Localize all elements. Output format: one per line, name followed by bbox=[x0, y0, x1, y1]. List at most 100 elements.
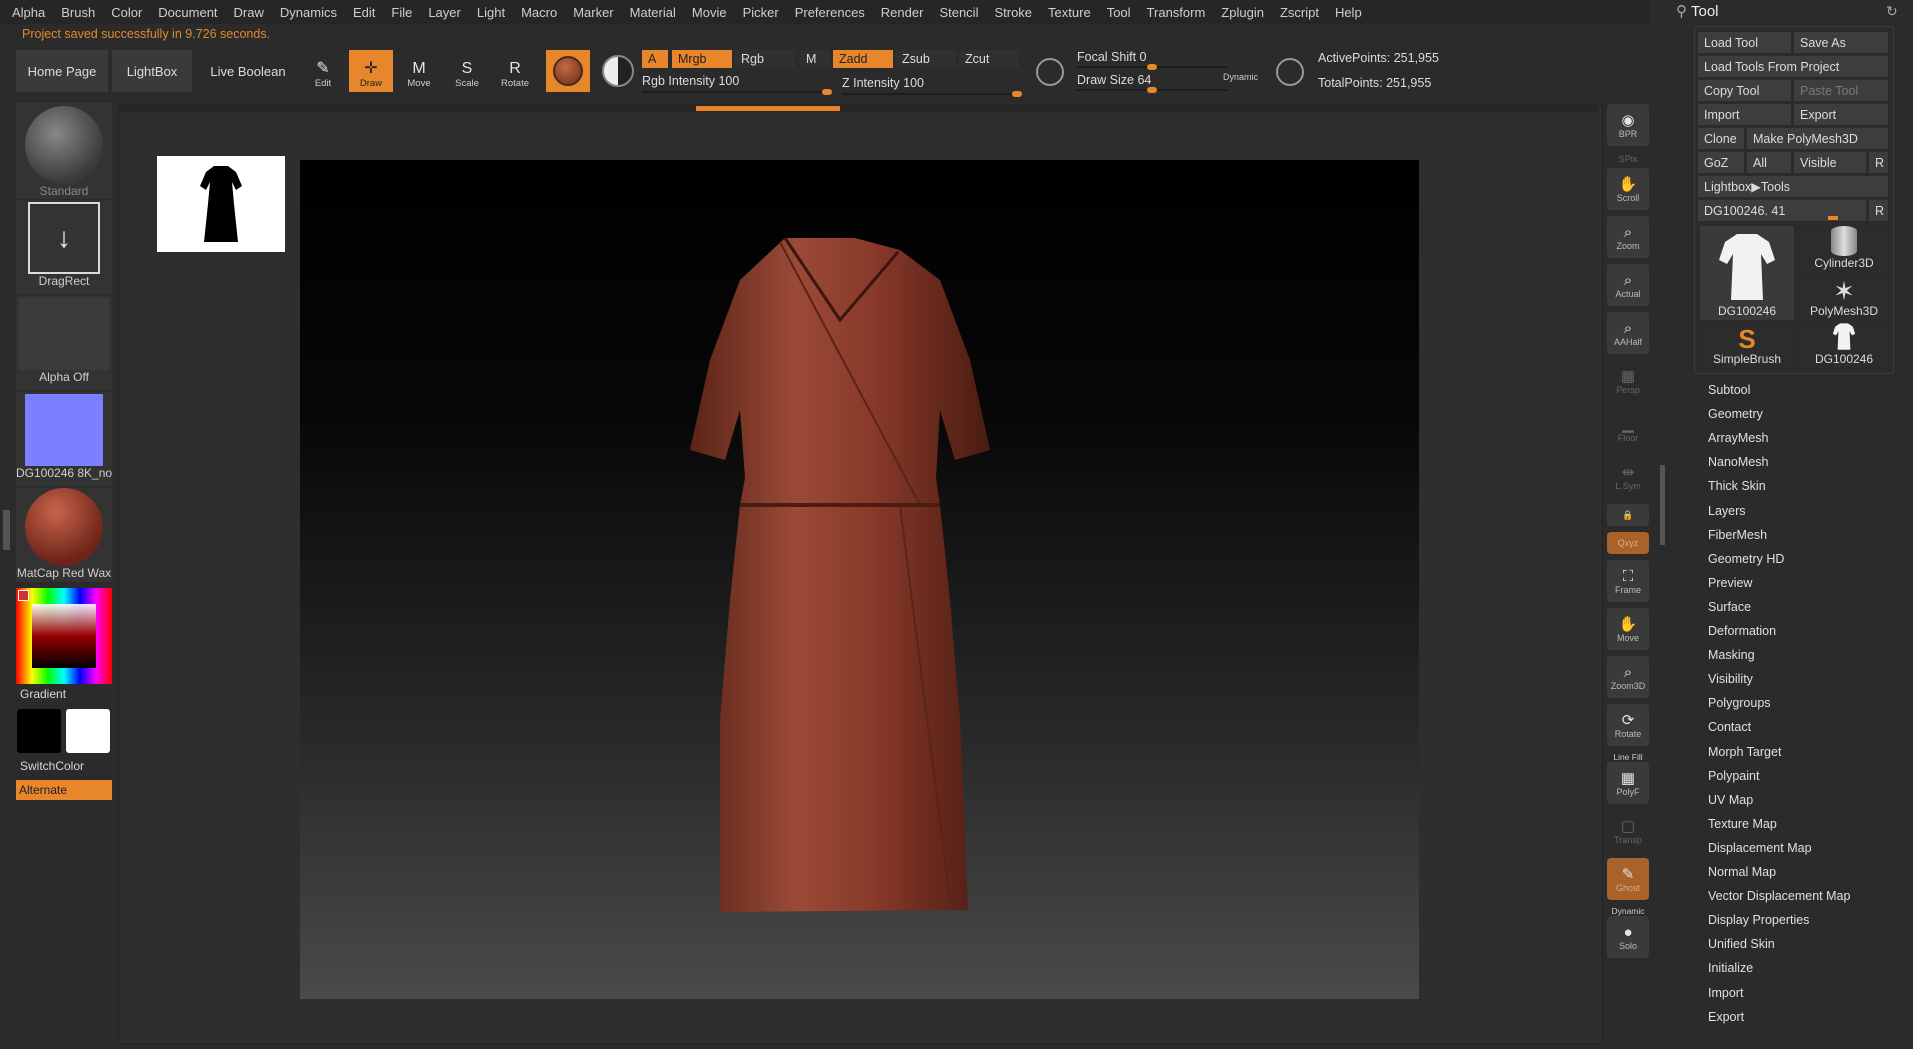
tool-thumb-dg100246-2[interactable]: DG100246 bbox=[1797, 322, 1891, 368]
menu-stencil[interactable]: Stencil bbox=[939, 5, 978, 20]
menu-help[interactable]: Help bbox=[1335, 5, 1362, 20]
rotate-button[interactable]: ⟳ Rotate bbox=[1607, 704, 1649, 746]
brush-mode-button[interactable] bbox=[596, 50, 640, 92]
frame-button[interactable]: ⛶ Frame bbox=[1607, 560, 1649, 602]
zoom3d-button[interactable]: ⌕ Zoom3D bbox=[1607, 656, 1649, 698]
focal-shift-knob[interactable] bbox=[1147, 64, 1157, 70]
rgb-toggle[interactable]: Rgb bbox=[735, 50, 795, 68]
menu-render[interactable]: Render bbox=[881, 5, 924, 20]
subpalette-display-properties[interactable]: Display Properties bbox=[1708, 913, 1809, 927]
mrgb-toggle[interactable]: Mrgb bbox=[672, 50, 732, 68]
current-tool-slider[interactable]: DG100246. 41 bbox=[1698, 200, 1866, 221]
export-button[interactable]: Export bbox=[1794, 104, 1888, 125]
tool-thumb-dg100246[interactable]: DG100246 bbox=[1700, 226, 1794, 320]
menu-dynamics[interactable]: Dynamics bbox=[280, 5, 337, 20]
s-pointer-button[interactable] bbox=[1030, 52, 1070, 92]
import-button[interactable]: Import bbox=[1698, 104, 1791, 125]
subpalette-morph-target[interactable]: Morph Target bbox=[1708, 745, 1781, 759]
tool-thumb-simplebrush[interactable]: S SimpleBrush bbox=[1700, 322, 1794, 368]
d-pointer-button[interactable] bbox=[1270, 52, 1310, 92]
actual-button[interactable]: ⌕ Actual bbox=[1607, 264, 1649, 306]
clone-button[interactable]: Clone bbox=[1698, 128, 1744, 149]
right-tray-divider[interactable] bbox=[1660, 465, 1665, 545]
subpalette-initialize[interactable]: Initialize bbox=[1708, 961, 1753, 975]
navigator-thumbnail[interactable] bbox=[157, 156, 285, 252]
left-tray-handle[interactable] bbox=[3, 510, 10, 550]
zcut-toggle[interactable]: Zcut bbox=[959, 50, 1019, 68]
live-boolean-button[interactable]: Live Boolean bbox=[204, 50, 292, 92]
switch-color-button[interactable]: SwitchColor bbox=[20, 759, 84, 773]
menu-transform[interactable]: Transform bbox=[1147, 5, 1206, 20]
home-page-button[interactable]: Home Page bbox=[16, 50, 108, 92]
material-swatch-button[interactable] bbox=[546, 50, 590, 92]
menu-brush[interactable]: Brush bbox=[61, 5, 95, 20]
menu-alpha[interactable]: Alpha bbox=[12, 5, 45, 20]
rotate-button[interactable]: R Rotate bbox=[493, 50, 537, 92]
subpalette-vector-displacement-map[interactable]: Vector Displacement Map bbox=[1708, 889, 1850, 903]
subpalette-polygroups[interactable]: Polygroups bbox=[1708, 696, 1771, 710]
polyf-button[interactable]: ▦ PolyF bbox=[1607, 762, 1649, 804]
menu-material[interactable]: Material bbox=[630, 5, 676, 20]
subpalette-geometry-hd[interactable]: Geometry HD bbox=[1708, 552, 1784, 566]
subpalette-visibility[interactable]: Visibility bbox=[1708, 672, 1753, 686]
lightbox-button[interactable]: LightBox bbox=[112, 50, 192, 92]
subpalette-export[interactable]: Export bbox=[1708, 1010, 1744, 1024]
menu-preferences[interactable]: Preferences bbox=[795, 5, 865, 20]
menu-color[interactable]: Color bbox=[111, 5, 142, 20]
alternate-button[interactable]: Alternate bbox=[16, 780, 112, 800]
focal-shift-slider[interactable]: Focal Shift 0 bbox=[1077, 49, 1227, 71]
subpalette-nanomesh[interactable]: NanoMesh bbox=[1708, 455, 1768, 469]
scale-button[interactable]: S Scale bbox=[445, 50, 489, 92]
subpalette-surface[interactable]: Surface bbox=[1708, 600, 1751, 614]
zsub-toggle[interactable]: Zsub bbox=[896, 50, 956, 68]
subpalette-texture-map[interactable]: Texture Map bbox=[1708, 817, 1777, 831]
refresh-icon[interactable]: ↻ bbox=[1886, 3, 1898, 20]
subpalette-polypaint[interactable]: Polypaint bbox=[1708, 769, 1759, 783]
draw-size-knob[interactable] bbox=[1147, 87, 1157, 93]
stroke-slot[interactable]: ↓ DragRect bbox=[16, 200, 112, 294]
subpalette-arraymesh[interactable]: ArrayMesh bbox=[1708, 431, 1768, 445]
rgb-intensity-slider[interactable]: Rgb Intensity 100 bbox=[642, 73, 832, 97]
subpalette-thick-skin[interactable]: Thick Skin bbox=[1708, 479, 1766, 493]
current-tool-r-button[interactable]: R bbox=[1869, 200, 1888, 221]
menu-file[interactable]: File bbox=[391, 5, 412, 20]
pin-icon[interactable]: ⚲ bbox=[1676, 3, 1687, 20]
menu-zscript[interactable]: Zscript bbox=[1280, 5, 1319, 20]
copy-tool-button[interactable]: Copy Tool bbox=[1698, 80, 1791, 101]
subpalette-preview[interactable]: Preview bbox=[1708, 576, 1752, 590]
subpalette-uv-map[interactable]: UV Map bbox=[1708, 793, 1753, 807]
menu-edit[interactable]: Edit bbox=[353, 5, 375, 20]
tool-thumb-cylinder3d[interactable]: Cylinder3D bbox=[1797, 226, 1891, 272]
menu-light[interactable]: Light bbox=[477, 5, 505, 20]
color-picker-square[interactable] bbox=[32, 604, 96, 668]
qxyz-button[interactable]: Qxyz bbox=[1607, 532, 1649, 554]
rgb-intensity-knob[interactable] bbox=[822, 89, 832, 95]
viewport-canvas[interactable] bbox=[300, 160, 1419, 999]
zadd-toggle[interactable]: Zadd bbox=[833, 50, 893, 68]
secondary-color-swatch[interactable] bbox=[66, 709, 110, 753]
subpalette-fibermesh[interactable]: FiberMesh bbox=[1708, 528, 1767, 542]
paste-tool-button[interactable]: Paste Tool bbox=[1794, 80, 1888, 101]
menu-layer[interactable]: Layer bbox=[428, 5, 461, 20]
solo-button[interactable]: ● Solo bbox=[1607, 916, 1649, 958]
main-color-swatch[interactable] bbox=[17, 709, 61, 753]
goz-all-button[interactable]: All bbox=[1747, 152, 1791, 173]
goz-button[interactable]: GoZ bbox=[1698, 152, 1744, 173]
alpha-slot[interactable]: Alpha Off bbox=[16, 296, 112, 390]
lock-button[interactable]: 🔒 bbox=[1607, 504, 1649, 526]
current-tool-knob[interactable] bbox=[1828, 216, 1838, 220]
scroll-button[interactable]: ✋ Scroll bbox=[1607, 168, 1649, 210]
spix-button[interactable]: SPix bbox=[1607, 152, 1649, 166]
a-toggle[interactable]: A bbox=[642, 50, 668, 68]
brush-slot[interactable]: Standard bbox=[16, 103, 112, 199]
z-intensity-slider[interactable]: Z Intensity 100 bbox=[842, 75, 1022, 99]
menu-macro[interactable]: Macro bbox=[521, 5, 557, 20]
move-button[interactable]: M Move bbox=[397, 50, 441, 92]
dynamic-label[interactable]: Dynamic bbox=[1223, 72, 1258, 82]
subpalette-import[interactable]: Import bbox=[1708, 986, 1743, 1000]
save-as-button[interactable]: Save As bbox=[1794, 32, 1888, 53]
subpalette-deformation[interactable]: Deformation bbox=[1708, 624, 1776, 638]
persp-button[interactable]: ▦ Persp bbox=[1607, 360, 1649, 402]
subpalette-layers[interactable]: Layers bbox=[1708, 504, 1746, 518]
m-toggle[interactable]: M bbox=[800, 50, 830, 68]
